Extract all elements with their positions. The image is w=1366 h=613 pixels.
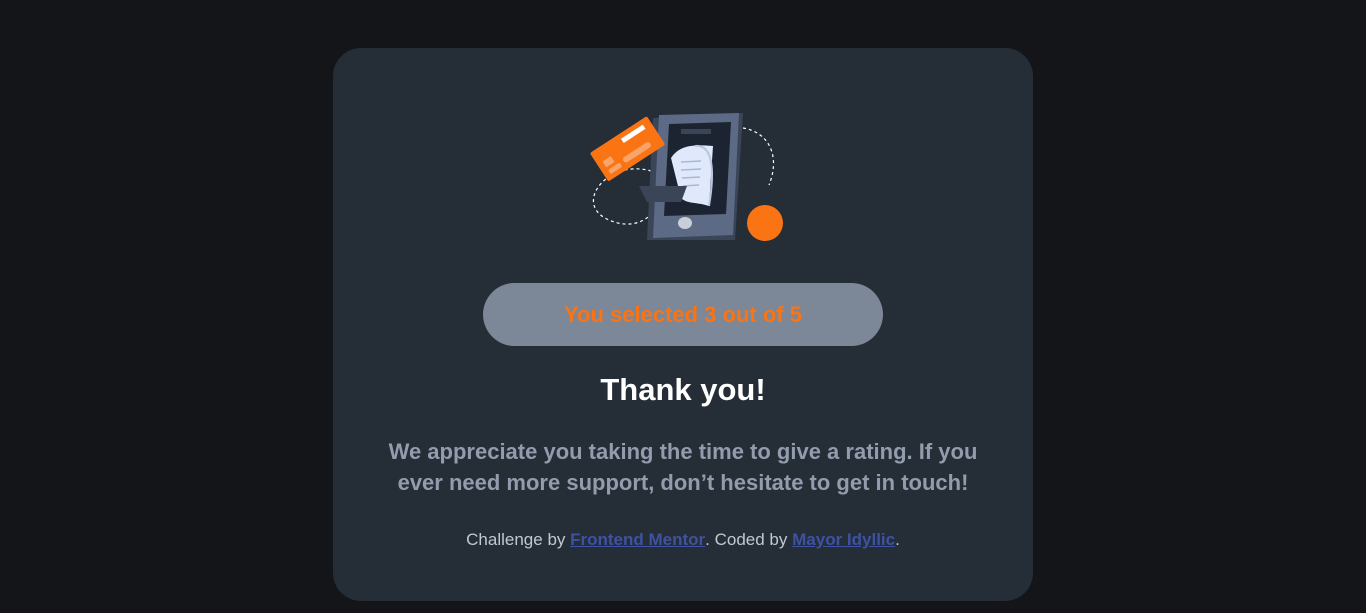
selected-rating-text: You selected 3 out of 5 <box>564 301 802 327</box>
attribution-middle: . Coded by <box>705 530 793 549</box>
attribution-prefix: Challenge by <box>466 530 571 549</box>
thank-you-card: You selected 3 out of 5 Thank you! We ap… <box>333 48 1033 601</box>
phone-receipt-card-illustration <box>590 113 783 241</box>
attribution-suffix: . <box>895 530 900 549</box>
page-title: Thank you! <box>600 372 766 407</box>
thank-you-message: We appreciate you taking the time to giv… <box>388 439 978 495</box>
frontend-mentor-link[interactable]: Frontend Mentor <box>570 530 705 549</box>
author-link[interactable]: Mayor Idyllic <box>792 530 895 549</box>
selected-rating-badge: You selected 3 out of 5 <box>483 283 883 346</box>
attribution: Challenge by Frontend Mentor. Coded by M… <box>333 529 1033 551</box>
